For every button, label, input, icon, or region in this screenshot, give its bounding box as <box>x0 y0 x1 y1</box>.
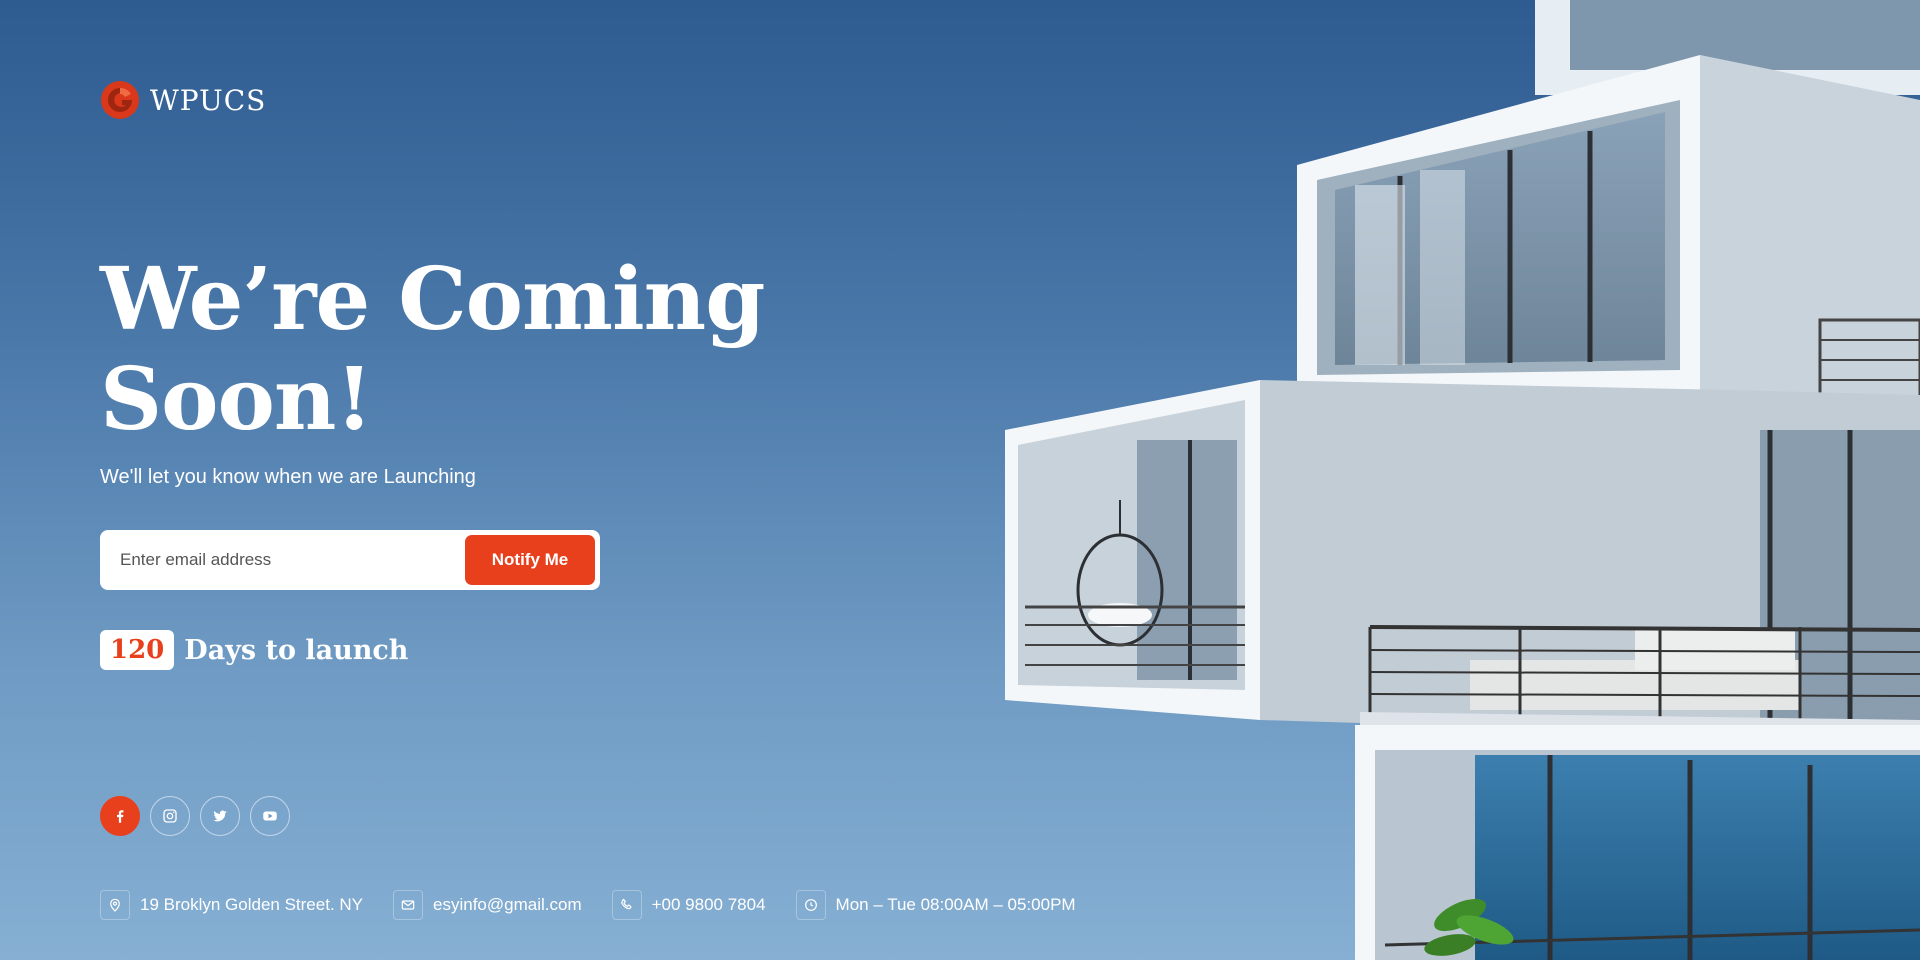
email-text[interactable]: esyinfo@gmail.com <box>433 895 582 915</box>
hero-subtitle: We'll let you know when we are Launching <box>100 466 476 488</box>
contact-phone[interactable]: +00 9800 7804 <box>611 890 766 920</box>
contact-email[interactable]: esyinfo@gmail.com <box>393 890 582 920</box>
facebook-icon <box>117 810 124 823</box>
youtube-link[interactable] <box>250 796 290 836</box>
brand-logo[interactable]: WPUCS <box>100 80 266 120</box>
address-text: 19 Broklyn Golden Street. NY <box>140 895 364 914</box>
instagram-icon <box>163 809 177 823</box>
brand-name: WPUCS <box>150 83 267 117</box>
building-illustration <box>1005 0 1920 960</box>
notify-me-button[interactable]: Notify Me <box>465 535 595 585</box>
launch-countdown: 120 Days to launch <box>100 630 408 670</box>
hours-text: Mon – Tue 08:00AM – 05:00PM <box>835 895 1076 914</box>
location-pin-icon <box>100 890 130 920</box>
days-label: Days to launch <box>184 634 409 666</box>
instagram-link[interactable] <box>150 796 190 836</box>
subscribe-form: Notify Me <box>100 530 600 590</box>
email-field[interactable] <box>120 550 465 570</box>
page-title: We’re Coming Soon! <box>100 249 765 450</box>
contact-hours: Mon – Tue 08:00AM – 05:00PM <box>795 890 1076 920</box>
contact-address: 19 Broklyn Golden Street. NY <box>100 890 363 920</box>
twitter-link[interactable] <box>200 796 240 836</box>
days-count-badge: 120 <box>100 630 175 670</box>
phone-icon <box>611 890 642 920</box>
youtube-icon <box>263 811 277 821</box>
mail-icon <box>393 890 424 920</box>
logo-mark-icon <box>101 81 139 119</box>
contact-info-bar: 19 Broklyn Golden Street. NY esyinfo@gma… <box>100 890 1106 920</box>
social-links <box>100 796 290 836</box>
twitter-icon <box>213 810 227 822</box>
clock-icon <box>795 890 826 920</box>
facebook-link[interactable] <box>100 796 140 836</box>
phone-text[interactable]: +00 9800 7804 <box>652 895 766 915</box>
